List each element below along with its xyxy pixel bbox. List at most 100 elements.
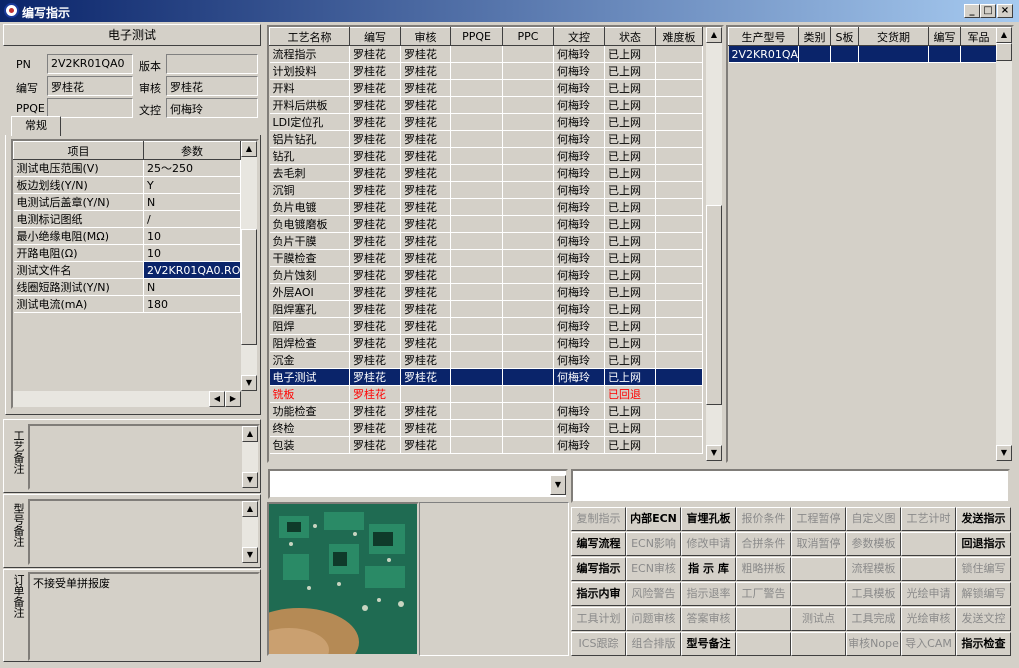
process-row[interactable]: 负片电镀 罗桂花 罗桂花 何梅玲 已上网 bbox=[269, 198, 703, 216]
scroll-right-icon[interactable]: ▶ bbox=[225, 391, 241, 407]
action-button[interactable]: 指示检查 bbox=[956, 632, 1011, 656]
param-name[interactable]: 板边划线(Y/N) bbox=[13, 176, 144, 194]
process-cell[interactable]: 何梅玲 bbox=[553, 300, 605, 318]
process-row[interactable]: 负片蚀刻 罗桂花 罗桂花 何梅玲 已上网 bbox=[269, 266, 703, 284]
action-button[interactable]: 参数模板 bbox=[846, 532, 901, 556]
process-cell[interactable]: 何梅玲 bbox=[553, 317, 605, 335]
param-row[interactable]: 最小绝缘电阻(MΩ) 10 bbox=[13, 227, 241, 245]
process-cell[interactable]: 罗桂花 bbox=[400, 130, 451, 148]
process-cell[interactable]: 已上网 bbox=[604, 283, 656, 301]
product-cell[interactable] bbox=[858, 45, 929, 63]
process-row[interactable]: 负电镀磨板 罗桂花 罗桂花 何梅玲 已上网 bbox=[269, 215, 703, 233]
process-cell[interactable]: 已上网 bbox=[604, 62, 656, 80]
action-button[interactable]: 锁住编写 bbox=[956, 557, 1011, 581]
param-value[interactable]: 10 bbox=[143, 244, 241, 262]
process-cell[interactable] bbox=[655, 368, 703, 386]
param-value[interactable]: 2V2KR01QA0.ROU bbox=[143, 261, 241, 279]
process-cell[interactable]: 罗桂花 bbox=[400, 79, 451, 97]
action-button[interactable]: 取消暂停 bbox=[791, 532, 846, 556]
action-button[interactable]: 报价条件 bbox=[736, 507, 791, 531]
process-cell[interactable]: 何梅玲 bbox=[553, 249, 605, 267]
param-row[interactable]: 开路电阻(Ω) 10 bbox=[13, 244, 241, 262]
process-cell[interactable]: 去毛刺 bbox=[269, 164, 350, 182]
process-cell[interactable]: 阻焊检查 bbox=[269, 334, 350, 352]
process-cell[interactable] bbox=[655, 113, 703, 131]
process-cell[interactable]: 罗桂花 bbox=[349, 317, 401, 335]
process-cell[interactable]: 何梅玲 bbox=[553, 436, 605, 454]
product-cell[interactable] bbox=[798, 45, 831, 63]
process-cell[interactable] bbox=[502, 317, 554, 335]
process-row[interactable]: 计划投料 罗桂花 罗桂花 何梅玲 已上网 bbox=[269, 62, 703, 80]
process-cell[interactable] bbox=[502, 283, 554, 301]
product-scroll-up-icon[interactable]: ▲ bbox=[996, 27, 1012, 43]
action-button[interactable]: 光绘审核 bbox=[901, 607, 956, 631]
process-note-field[interactable]: ▲ ▼ bbox=[28, 424, 260, 490]
process-cell[interactable] bbox=[655, 181, 703, 199]
process-row[interactable]: 功能检查 罗桂花 罗桂花 何梅玲 已上网 bbox=[269, 402, 703, 420]
action-button[interactable]: 光绘申请 bbox=[901, 582, 956, 606]
process-cell[interactable]: 罗桂花 bbox=[400, 436, 451, 454]
action-button[interactable]: 编写指示 bbox=[571, 557, 626, 581]
process-cell[interactable] bbox=[502, 249, 554, 267]
process-cell[interactable] bbox=[450, 62, 503, 80]
process-cell[interactable]: 罗桂花 bbox=[400, 96, 451, 114]
process-cell[interactable] bbox=[655, 283, 703, 301]
product-cell[interactable]: 2V2KR01QA0 bbox=[728, 45, 799, 63]
process-cell[interactable] bbox=[450, 164, 503, 182]
process-row[interactable]: 流程指示 罗桂花 罗桂花 何梅玲 已上网 bbox=[269, 45, 703, 63]
process-cell[interactable] bbox=[450, 113, 503, 131]
process-cell[interactable]: 电子测试 bbox=[269, 368, 350, 386]
process-cell[interactable]: 罗桂花 bbox=[400, 62, 451, 80]
process-row[interactable]: 开料 罗桂花 罗桂花 何梅玲 已上网 bbox=[269, 79, 703, 97]
minimize-button[interactable]: _ bbox=[964, 4, 980, 18]
process-cell[interactable] bbox=[400, 385, 451, 403]
process-cell[interactable] bbox=[502, 147, 554, 165]
process-cell[interactable] bbox=[655, 147, 703, 165]
process-cell[interactable]: 已上网 bbox=[604, 198, 656, 216]
process-cell[interactable] bbox=[655, 130, 703, 148]
doc-field[interactable]: 何梅玲 bbox=[166, 98, 258, 118]
process-cell[interactable] bbox=[655, 385, 703, 403]
process-cell[interactable]: 何梅玲 bbox=[553, 368, 605, 386]
ppqe-field[interactable] bbox=[47, 98, 133, 118]
model-note-field[interactable]: ▲ ▼ bbox=[28, 499, 260, 565]
process-cell[interactable]: 钻孔 bbox=[269, 147, 350, 165]
process-cell[interactable]: 何梅玲 bbox=[553, 419, 605, 437]
process-cell[interactable]: 罗桂花 bbox=[349, 113, 401, 131]
process-cell[interactable]: 已上网 bbox=[604, 402, 656, 420]
process-cell[interactable] bbox=[502, 181, 554, 199]
action-button[interactable]: 工艺计时 bbox=[901, 507, 956, 531]
process-cell[interactable]: 何梅玲 bbox=[553, 96, 605, 114]
process-cell[interactable]: 罗桂花 bbox=[400, 198, 451, 216]
action-button[interactable]: 指 示 库 bbox=[681, 557, 736, 581]
action-button[interactable]: 粗略拼板 bbox=[736, 557, 791, 581]
process-cell[interactable] bbox=[655, 164, 703, 182]
process-cell[interactable]: 终检 bbox=[269, 419, 350, 437]
process-cell[interactable]: 何梅玲 bbox=[553, 79, 605, 97]
product-col-header[interactable]: 类别 bbox=[798, 27, 831, 46]
process-row[interactable]: 阻焊 罗桂花 罗桂花 何梅玲 已上网 bbox=[269, 317, 703, 335]
process-cell[interactable]: 罗桂花 bbox=[349, 266, 401, 284]
process-cell[interactable] bbox=[450, 181, 503, 199]
action-button[interactable]: 答案审核 bbox=[681, 607, 736, 631]
process-cell[interactable] bbox=[502, 402, 554, 420]
action-button[interactable]: 组合排版 bbox=[626, 632, 681, 656]
process-cell[interactable] bbox=[450, 198, 503, 216]
process-cell[interactable]: 罗桂花 bbox=[349, 147, 401, 165]
process-cell[interactable] bbox=[655, 351, 703, 369]
process-col-header[interactable]: 审核 bbox=[400, 27, 451, 46]
process-cell[interactable] bbox=[450, 436, 503, 454]
process-cell[interactable]: 罗桂花 bbox=[400, 113, 451, 131]
version-field[interactable] bbox=[166, 54, 258, 74]
process-cell[interactable] bbox=[450, 45, 503, 63]
action-button[interactable]: 发送指示 bbox=[956, 507, 1011, 531]
process-cell[interactable] bbox=[450, 232, 503, 250]
process-scroll-thumb[interactable] bbox=[706, 205, 722, 405]
process-cell[interactable] bbox=[502, 334, 554, 352]
process-cell[interactable]: LDI定位孔 bbox=[269, 113, 350, 131]
product-row[interactable]: 2V2KR01QA0 bbox=[728, 45, 997, 63]
product-scroll-thumb[interactable] bbox=[996, 43, 1012, 61]
process-cell[interactable]: 罗桂花 bbox=[349, 215, 401, 233]
process-cell[interactable] bbox=[655, 300, 703, 318]
process-cell[interactable]: 罗桂花 bbox=[400, 368, 451, 386]
